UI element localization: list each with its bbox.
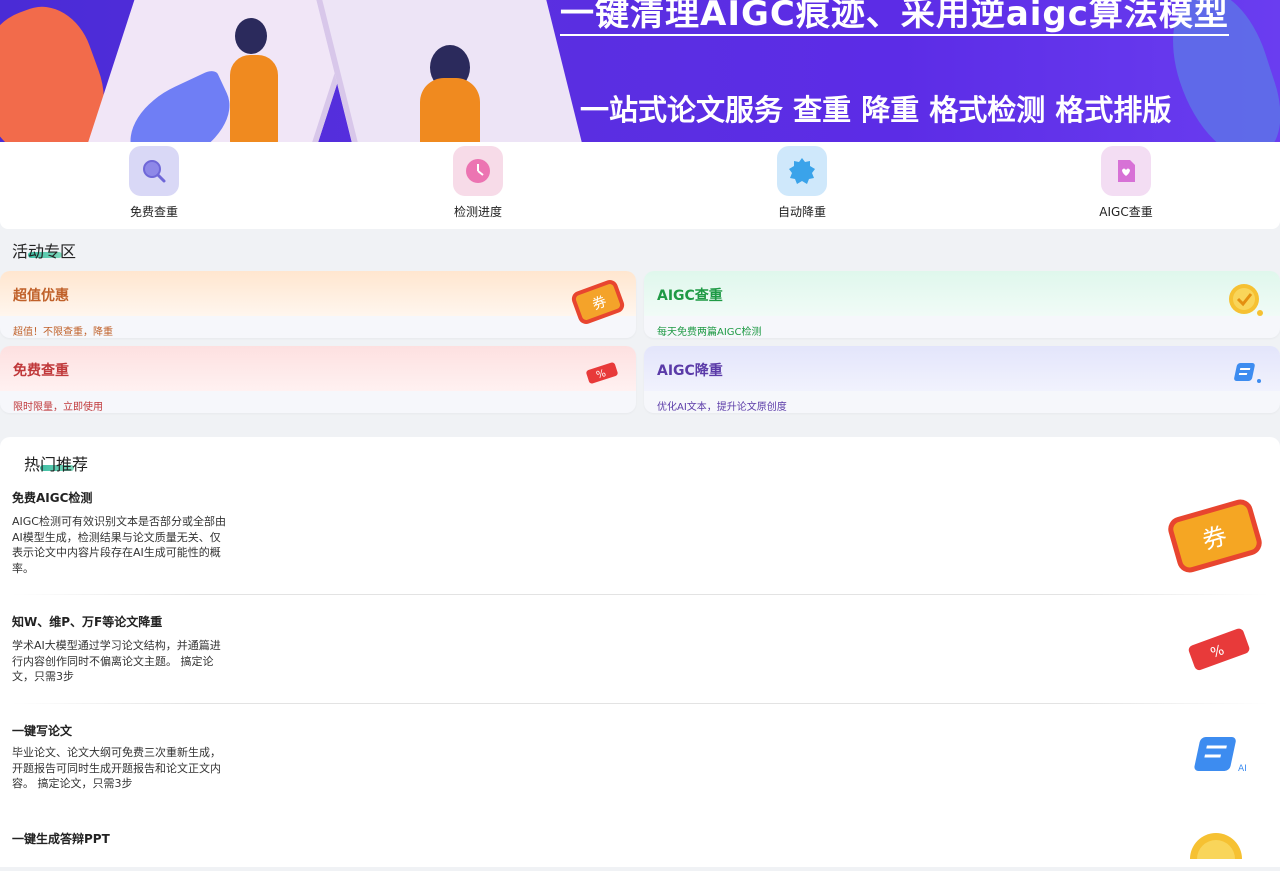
card-subtitle: 超值！不限查重，降重 (13, 327, 113, 338)
list-divider (12, 594, 1268, 595)
hot-item-title: 免费AIGC检测 (12, 491, 93, 505)
coupon-icon: 券 (570, 277, 626, 331)
svg-text:AI: AI (1238, 764, 1247, 774)
coin-icon (1226, 279, 1270, 323)
hot-section-title: 热门推荐 (24, 455, 89, 474)
quicknav-label: 检测进度 (453, 205, 502, 219)
activity-card-value-offer[interactable]: 超值优惠 券 超值！不限查重，降重 (0, 271, 636, 338)
moon-icon (777, 146, 827, 196)
quicknav-label: 免费查重 (129, 205, 178, 219)
banner-headline: 一键清理AIGC痕迹、采用逆aigc算法模型 (560, 0, 1229, 36)
card-subtitle: 每天免费两篇AIGC检测 (657, 327, 762, 338)
hot-item-desc: 毕业论文、论文大纲可免费三次重新生成，开题报告可同时生成开题报告和论文正文内容。… (12, 746, 221, 790)
quicknav-label: 自动降重 (777, 205, 826, 219)
person-illustration (235, 18, 267, 54)
hot-item-desc: 学术AI大模型通过学习论文结构，并通篇进行内容创作同时不偏离论文主题。 搞定论文… (12, 639, 221, 683)
hot-item-title: 知W、维P、万F等论文降重 (12, 615, 163, 629)
ai-doc-icon (1230, 360, 1264, 390)
hot-item-ppt[interactable]: 一键生成答辩PPT (0, 831, 1280, 871)
quicknav-aigc-check[interactable]: AIGC查重 (1056, 146, 1196, 220)
activity-card-aigc-check[interactable]: AIGC查重 每天免费两篇AIGC检测 (644, 271, 1280, 338)
person-illustration (420, 78, 480, 142)
coin-icon (1186, 829, 1256, 871)
quicknav-auto-reduce[interactable]: 自动降重 (732, 146, 872, 220)
card-title: 免费查重 (13, 363, 69, 379)
ai-doc-icon: AI (1186, 731, 1256, 785)
hot-recommend-panel: 热门推荐 免费AIGC检测 AIGC检测可有效识别文本是否部分或全部由AI模型生… (0, 437, 1280, 871)
ticket-icon: % (1180, 624, 1260, 678)
card-title: AIGC降重 (657, 363, 723, 379)
card-title: AIGC查重 (657, 288, 723, 304)
document-icon (1101, 146, 1151, 196)
list-divider (12, 703, 1268, 704)
banner-subline: 一站式论文服务 查重 降重 格式检测 格式排版 (580, 93, 1172, 127)
hero-banner[interactable]: 一键清理AIGC痕迹、采用逆aigc算法模型 一站式论文服务 查重 降重 格式检… (0, 0, 1280, 142)
coupon-icon: 券 (1160, 496, 1270, 580)
hot-item-write-paper[interactable]: 一键写论文 毕业论文、论文大纲可免费三次重新生成，开题报告可同时生成开题报告和论… (0, 723, 1280, 813)
activity-section-title: 活动专区 (12, 242, 77, 261)
hot-item-desc: AIGC检测可有效识别文本是否部分或全部由AI模型生成，检测结果与论文质量无关、… (12, 515, 226, 575)
hot-item-title: 一键生成答辩PPT (12, 832, 110, 846)
quicknav-progress[interactable]: 检测进度 (408, 146, 548, 220)
search-icon (129, 146, 179, 196)
hot-item-free-aigc[interactable]: 免费AIGC检测 AIGC检测可有效识别文本是否部分或全部由AI模型生成，检测结… (0, 490, 1280, 594)
person-illustration (230, 55, 278, 142)
quicknav-free-check[interactable]: 免费查重 (84, 146, 224, 220)
activity-card-free-check[interactable]: 免费查重 % 限时限量，立即使用 (0, 346, 636, 413)
quicknav-label: AIGC查重 (1099, 205, 1153, 219)
ticket-icon: % (584, 360, 620, 390)
hot-item-paper-reduce[interactable]: 知W、维P、万F等论文降重 学术AI大模型通过学习论文结构，并通篇进行内容创作同… (0, 614, 1280, 704)
quick-nav: 免费查重 检测进度 自动降重 AIGC查重 (0, 142, 1280, 229)
card-title: 超值优惠 (13, 288, 69, 304)
hot-item-title: 一键写论文 (12, 724, 73, 738)
card-subtitle: 限时限量，立即使用 (13, 402, 103, 413)
clock-icon (453, 146, 503, 196)
card-subtitle: 优化AI文本，提升论文原创度 (657, 402, 787, 413)
activity-card-aigc-reduce[interactable]: AIGC降重 优化AI文本，提升论文原创度 (644, 346, 1280, 413)
